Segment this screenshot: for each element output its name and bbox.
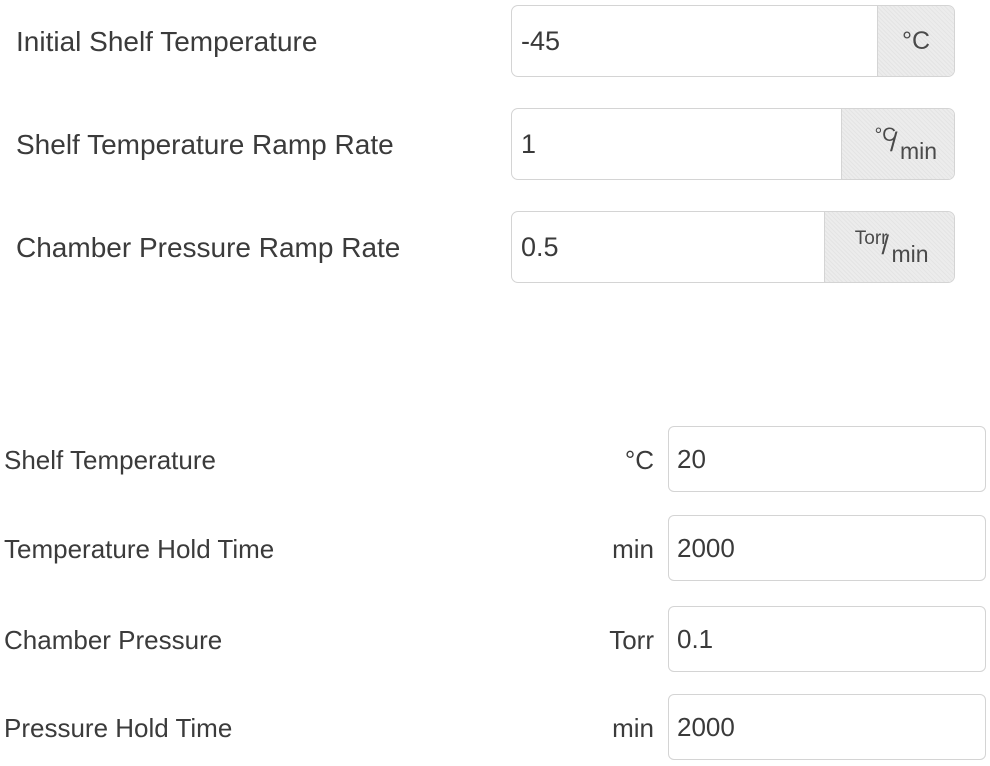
- unit-slash: /: [881, 230, 890, 260]
- temperature-hold-time-unit: min: [612, 534, 654, 564]
- chamber-pressure-label: Chamber Pressure: [4, 625, 223, 655]
- chamber-pressure-ramp-rate-row: Chamber Pressure Ramp Rate Torr / min: [0, 211, 990, 285]
- chamber-pressure-row: Chamber Pressure Torr: [0, 606, 990, 674]
- shelf-temperature-ramp-rate-row: Shelf Temperature Ramp Rate °C / min: [0, 108, 990, 182]
- temperature-hold-time-label: Temperature Hold Time: [4, 534, 275, 564]
- chamber-pressure-ramp-rate-label: Chamber Pressure Ramp Rate: [16, 232, 401, 263]
- unit-denominator: min: [900, 138, 938, 164]
- shelf-temperature-ramp-rate-input[interactable]: [512, 109, 841, 179]
- initial-shelf-temperature-input-group: °C: [511, 5, 955, 77]
- initial-shelf-temperature-label: Initial Shelf Temperature: [16, 26, 318, 57]
- shelf-temperature-label: Shelf Temperature: [4, 445, 216, 475]
- temperature-hold-time-row: Temperature Hold Time min: [0, 515, 990, 583]
- pressure-hold-time-label: Pressure Hold Time: [4, 713, 233, 743]
- unit-denominator: min: [891, 241, 929, 267]
- torr-per-minute-unit-addon: Torr / min: [824, 212, 954, 282]
- shelf-temperature-row: Shelf Temperature °C: [0, 426, 990, 494]
- pressure-hold-time-input[interactable]: [668, 694, 986, 760]
- torr-per-minute-fraction: Torr / min: [842, 227, 938, 267]
- pressure-hold-time-unit: min: [612, 713, 654, 743]
- chamber-pressure-ramp-rate-input[interactable]: [512, 212, 824, 282]
- initial-shelf-temperature-input[interactable]: [512, 6, 877, 76]
- celsius-per-minute-unit-addon: °C / min: [841, 109, 954, 179]
- chamber-pressure-unit: Torr: [609, 625, 654, 655]
- chamber-pressure-input[interactable]: [668, 606, 986, 672]
- shelf-temperature-input[interactable]: [668, 426, 986, 492]
- chamber-pressure-ramp-rate-input-group: Torr / min: [511, 211, 955, 283]
- shelf-temperature-ramp-rate-input-group: °C / min: [511, 108, 955, 180]
- shelf-temperature-ramp-rate-label: Shelf Temperature Ramp Rate: [16, 129, 394, 160]
- pressure-hold-time-row: Pressure Hold Time min: [0, 694, 990, 762]
- celsius-per-minute-fraction: °C / min: [863, 124, 937, 164]
- unit-slash: /: [890, 127, 898, 157]
- initial-shelf-temperature-row: Initial Shelf Temperature °C: [0, 5, 990, 79]
- celsius-unit-addon: °C: [877, 6, 954, 76]
- shelf-temperature-unit: °C: [624, 445, 654, 475]
- temperature-hold-time-input[interactable]: [668, 515, 986, 581]
